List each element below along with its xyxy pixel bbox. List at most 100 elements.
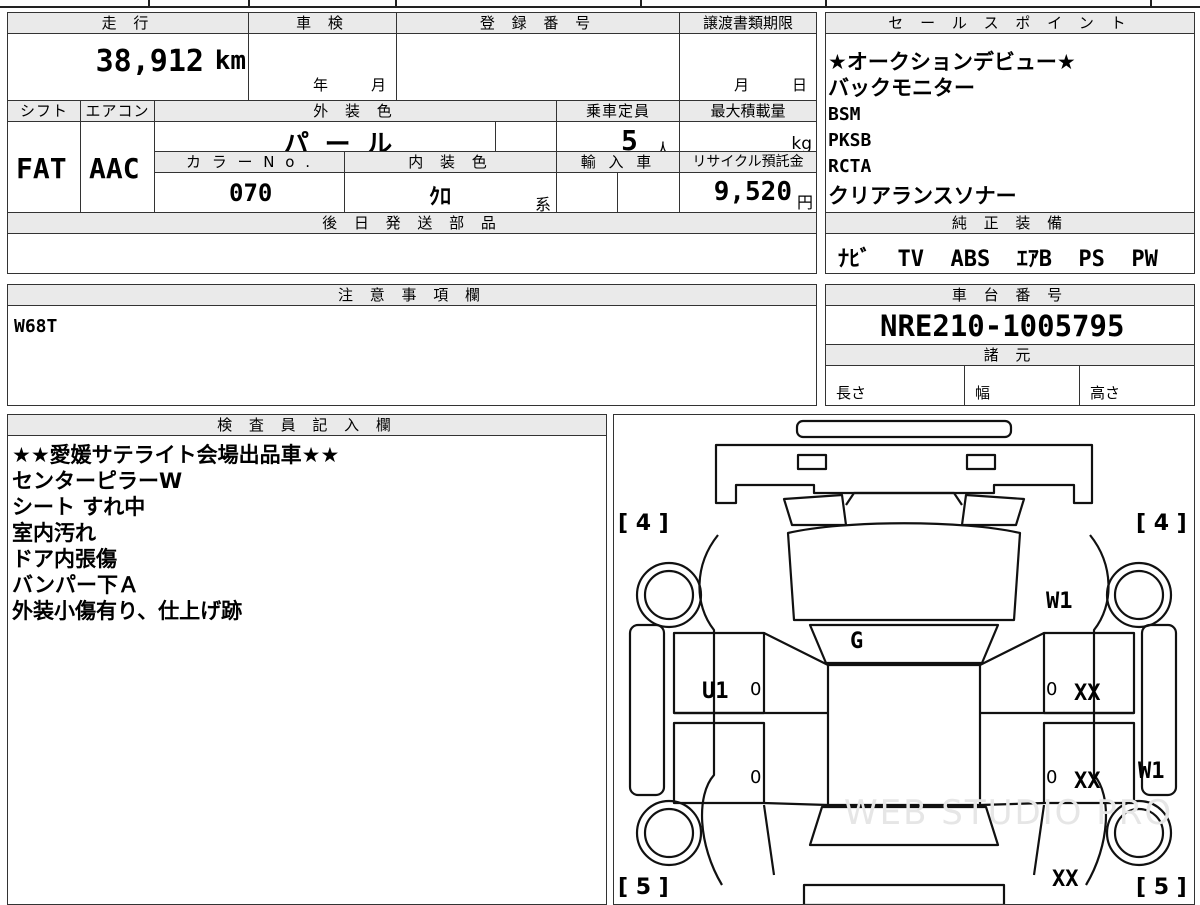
mark-w1-right: W1 [1138, 759, 1165, 784]
spec-height-cell: 高さ [1079, 365, 1195, 406]
sales-point-5: RCTA [828, 156, 872, 177]
sales-points-header: セ ー ル ス ポ イ ン ト [825, 12, 1195, 34]
inspection-month-label: 月 [371, 76, 387, 94]
sales-point-2: バックモニター [828, 76, 975, 100]
registration-cell [396, 33, 680, 101]
recycle-cell: 9,520 円 [679, 172, 817, 213]
tire-rear-right-label: [ 5 ] [1136, 875, 1187, 900]
shift-value: FAT [16, 152, 67, 185]
import-cell-a [556, 172, 618, 213]
capacity-header: 乗車定員 [556, 100, 680, 122]
chassis-value: NRE210-1005795 [880, 309, 1125, 343]
front-bumper [714, 443, 1094, 505]
left-sill [628, 623, 666, 797]
genuine-equipment-box: ﾅﾋﾞ TV ABS ｴｱB PS PW [825, 233, 1195, 274]
inspector-line-4: 室内汚れ [12, 521, 96, 545]
inspection-cell: 年 月 [248, 33, 397, 101]
tire-front-right-label: [ 4 ] [1136, 511, 1187, 536]
inspector-box: ★★愛媛サテライト会場出品車★★ センターピラーW シート すれ中 室内汚れ ド… [7, 435, 607, 905]
mark-u1: U1 [702, 679, 729, 704]
recycle-unit: 円 [796, 193, 813, 212]
spec-width-label: 幅 [975, 384, 991, 402]
shift-cell: FAT [7, 121, 81, 213]
car-diagram-box: [ 4 ] [ 4 ] [ 5 ] [ 5 ] W1 G U1 XX XX W1… [613, 414, 1195, 905]
sales-point-3: BSM [828, 104, 861, 125]
recycle-header: リサイクル預託金 [679, 151, 817, 173]
notes-box: W68T [7, 305, 817, 406]
front-bumper-strip [795, 419, 1013, 439]
color-no-header: カ ラ ー N o . [154, 151, 345, 173]
chassis-header: 車 台 番 号 [825, 284, 1195, 306]
spec-height-label: 高さ [1090, 384, 1121, 402]
transfer-header: 譲渡書類期限 [679, 12, 817, 34]
zero-mark-2: 0 [750, 767, 762, 788]
sales-point-4: PKSB [828, 130, 872, 151]
tire-rear-left-label: [ 5 ] [618, 875, 669, 900]
mark-g: G [850, 629, 864, 654]
spec-length-label: 長さ [836, 384, 867, 402]
sales-points-box: ★オークションデビュー★ バックモニター BSM PKSB RCTA クリアラン… [825, 33, 1195, 213]
specs-header: 諸 元 [825, 344, 1195, 366]
color-no-cell: 070 [154, 172, 345, 213]
ac-value: AAC [89, 152, 140, 185]
import-header: 輸 入 車 [556, 151, 680, 173]
shift-header: シフト [7, 100, 81, 122]
later-parts-header: 後 日 発 送 部 品 [7, 212, 817, 234]
mileage-header: 走 行 [7, 12, 249, 34]
notes-header: 注 意 事 項 欄 [7, 284, 817, 306]
mark-xx-1: XX [1074, 681, 1101, 706]
transfer-cell: 月 日 [679, 33, 817, 101]
genuine-equipment-value: ﾅﾋﾞ TV ABS ｴｱB PS PW [838, 247, 1158, 272]
front-right-wheel [1105, 561, 1173, 629]
inspector-line-7: 外装小傷有り、仕上げ跡 [12, 599, 243, 623]
registration-header: 登 録 番 号 [396, 12, 680, 34]
color-no-value: 070 [229, 179, 273, 207]
ac-header: エアコン [80, 100, 155, 122]
top-strip: 国 分 局 [0, 0, 1200, 8]
notes-value: W68T [14, 316, 58, 337]
mileage-value: 38,912 [95, 44, 204, 79]
interior-value: ｸﾛ [429, 185, 452, 210]
interior-cell: ｸﾛ 系 [344, 172, 557, 213]
zero-mark-4: 0 [1046, 767, 1058, 788]
genuine-equipment-header: 純 正 装 備 [825, 212, 1195, 234]
inspector-line-3: シート すれ中 [12, 495, 146, 519]
mileage-unit: km [214, 46, 246, 76]
inspection-header: 車 検 [248, 12, 397, 34]
hood [786, 522, 1022, 622]
vehicle-info-table: 走 行 車 検 登 録 番 号 譲渡書類期限 38,912 km 年 月 月 日… [7, 12, 817, 274]
ac-cell: AAC [80, 121, 155, 213]
transfer-day-label: 日 [792, 76, 808, 94]
left-rear-door [672, 721, 766, 805]
inspector-header: 検 査 員 記 入 欄 [7, 414, 607, 436]
mileage-cell: 38,912 km [7, 33, 249, 101]
left-headlight [782, 493, 848, 527]
tire-front-left-label: [ 4 ] [618, 511, 669, 536]
inspector-line-1: ★★愛媛サテライト会場出品車★★ [12, 443, 340, 467]
right-headlight [960, 493, 1026, 527]
import-cell-b [617, 172, 680, 213]
spec-length-cell: 長さ [825, 365, 965, 406]
spec-width-cell: 幅 [964, 365, 1080, 406]
roof [826, 663, 982, 807]
inspection-year-label: 年 [313, 76, 329, 94]
inspector-line-5: ドア内張傷 [12, 547, 117, 571]
interior-suffix: 系 [535, 195, 552, 213]
rear-left-wheel [635, 799, 703, 867]
watermark: WEB STUDIO PRO [844, 793, 1174, 833]
interior-header: 内 装 色 [344, 151, 557, 173]
mark-xx-2: XX [1074, 769, 1101, 794]
chassis-box: NRE210-1005795 [825, 305, 1195, 345]
mark-xx-3: XX [1052, 867, 1079, 892]
exterior-header: 外 装 色 [154, 100, 557, 122]
max-load-header: 最大積載量 [679, 100, 817, 122]
front-left-wheel [635, 561, 703, 629]
inspector-line-6: バンパー下Ａ [12, 573, 140, 597]
sales-point-6: クリアランスソナー [828, 184, 1017, 208]
mark-w1-top: W1 [1046, 589, 1073, 614]
inspector-line-2: センターピラーW [12, 469, 183, 493]
transfer-month-label: 月 [734, 76, 750, 94]
rear-bumper [802, 883, 1006, 904]
recycle-value: 9,520 [713, 177, 792, 207]
zero-mark-3: 0 [1046, 679, 1058, 700]
